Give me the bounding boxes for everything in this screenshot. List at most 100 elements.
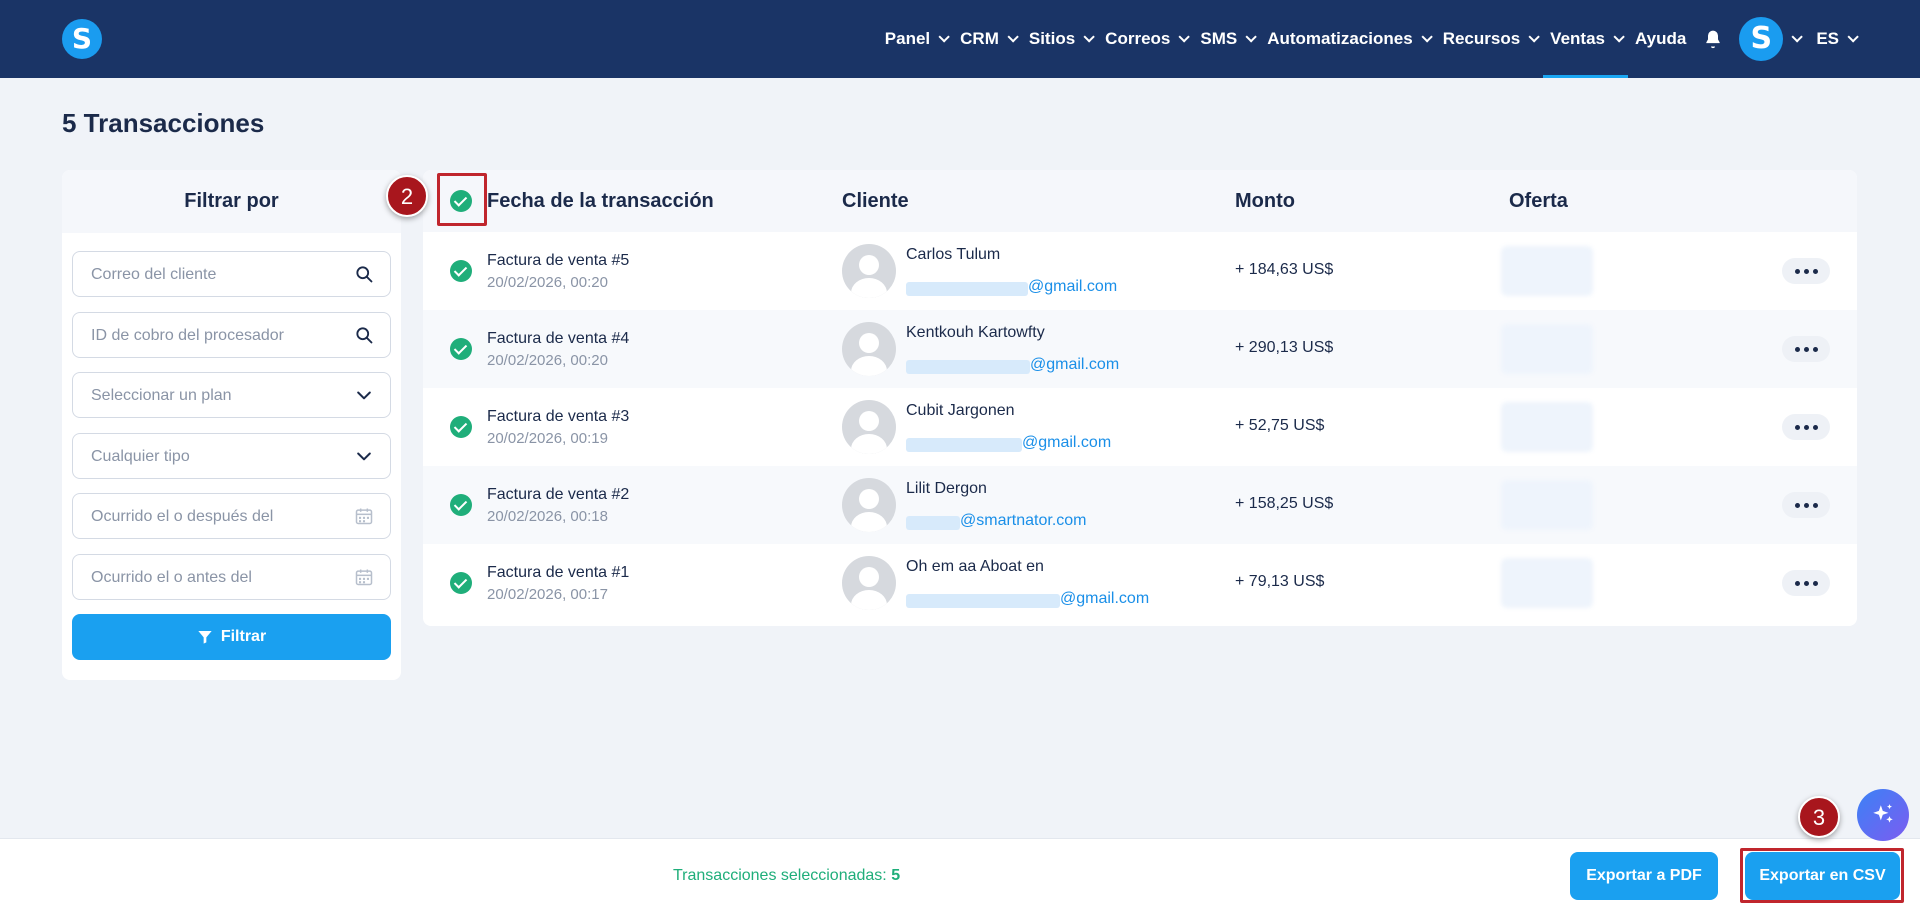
- row-checkbox[interactable]: [450, 338, 472, 360]
- app-logo[interactable]: S: [62, 19, 102, 59]
- redacted-offer: [1501, 402, 1593, 452]
- dot-icon: [1803, 580, 1809, 586]
- field-placeholder: Cualquier tipo: [91, 448, 190, 465]
- client-name: Kentkouh Kartowfty: [906, 324, 1045, 341]
- date-to-field[interactable]: Ocurrido el o antes del: [72, 554, 391, 600]
- column-header-offer[interactable]: Oferta: [1509, 190, 1568, 213]
- row-actions-button[interactable]: [1782, 258, 1830, 284]
- column-header-amount[interactable]: Monto: [1235, 190, 1295, 213]
- client-email[interactable]: @gmail.com: [1028, 278, 1117, 296]
- filter-button[interactable]: Filtrar: [72, 614, 391, 660]
- nav-label: Correos: [1105, 29, 1171, 48]
- invoice-title[interactable]: Factura de venta #3: [487, 408, 629, 426]
- dot-icon: [1794, 424, 1800, 430]
- dot-icon: [1794, 580, 1800, 586]
- sparkle-icon: [1873, 804, 1893, 823]
- processor-charge-id-field[interactable]: ID de cobro del procesador: [72, 312, 391, 358]
- client-name: Carlos Tulum: [906, 246, 1001, 263]
- row-checkbox[interactable]: [450, 416, 472, 438]
- selected-count: 5: [891, 867, 901, 884]
- client-email[interactable]: @smartnator.com: [960, 512, 1087, 530]
- field-placeholder: ID de cobro del procesador: [91, 327, 284, 344]
- chevron-down-icon: [1245, 31, 1257, 43]
- redacted-email: [906, 282, 1028, 296]
- nav-item-recursos[interactable]: Recursos: [1436, 0, 1543, 78]
- chevron-down-icon: [1178, 31, 1191, 43]
- chevron-down-icon: [1791, 31, 1804, 43]
- invoice-date: 20/02/2026, 00:19: [487, 430, 608, 447]
- nav-item-crm[interactable]: CRM: [953, 0, 1022, 78]
- nav-item-sms[interactable]: SMS: [1193, 0, 1260, 78]
- plan-select[interactable]: Seleccionar un plan: [72, 372, 391, 418]
- selected-transactions-text: Transacciones seleccionadas: 5: [673, 867, 900, 885]
- invoice-title[interactable]: Factura de venta #5: [487, 252, 629, 270]
- annotation-step-badge: 2: [386, 175, 428, 217]
- calendar-icon: [354, 567, 374, 587]
- client-email[interactable]: @gmail.com: [1060, 590, 1149, 608]
- chevron-down-icon: [938, 31, 950, 43]
- transaction-amount: + 290,13 US$: [1235, 339, 1334, 356]
- date-from-field[interactable]: Ocurrido el o después del: [72, 493, 391, 539]
- annotation-step-badge: 3: [1798, 796, 1840, 838]
- client-email-field[interactable]: Correo del cliente: [72, 251, 391, 297]
- annotation-highlight-select-all: [437, 173, 487, 226]
- client-email[interactable]: @gmail.com: [1022, 434, 1111, 452]
- invoice-title[interactable]: Factura de venta #1: [487, 564, 629, 582]
- invoice-title[interactable]: Factura de venta #4: [487, 330, 629, 348]
- table-row[interactable]: Factura de venta #3 20/02/2026, 00:19 Cu…: [423, 388, 1857, 466]
- field-placeholder: Seleccionar un plan: [91, 387, 232, 404]
- nav-item-sitios[interactable]: Sitios: [1022, 0, 1098, 78]
- top-navbar: S Panel CRM Sitios Correos SMS Automatiz…: [0, 0, 1920, 78]
- table-row[interactable]: Factura de venta #5 20/02/2026, 00:20 Ca…: [423, 232, 1857, 310]
- nav-item-automatizaciones[interactable]: Automatizaciones: [1260, 0, 1435, 78]
- chevron-down-icon: [1528, 31, 1540, 43]
- dot-icon: [1803, 268, 1809, 274]
- nav-label: Recursos: [1442, 29, 1521, 48]
- chevron-down-icon: [354, 446, 374, 466]
- redacted-offer: [1501, 480, 1593, 530]
- avatar: S: [1739, 17, 1784, 61]
- table-row[interactable]: Factura de venta #1 20/02/2026, 00:17 Oh…: [423, 544, 1857, 622]
- nav-label: Panel: [884, 29, 931, 48]
- row-actions-button[interactable]: [1782, 414, 1830, 440]
- row-checkbox[interactable]: [450, 494, 472, 516]
- nav-item-panel[interactable]: Panel: [878, 0, 953, 78]
- row-checkbox[interactable]: [450, 260, 472, 282]
- type-select[interactable]: Cualquier tipo: [72, 433, 391, 479]
- nav-label: Automatizaciones: [1267, 29, 1413, 48]
- chevron-down-icon: [1847, 31, 1859, 43]
- nav-item-ventas[interactable]: Ventas: [1543, 0, 1628, 78]
- table-header: Fecha de la transacción Cliente Monto Of…: [423, 170, 1857, 232]
- client-name: Lilit Dergon: [906, 480, 987, 497]
- dot-icon: [1812, 268, 1818, 274]
- invoice-title[interactable]: Factura de venta #2: [487, 486, 629, 504]
- dot-icon: [1803, 502, 1809, 508]
- language-selector[interactable]: ES: [1809, 0, 1862, 78]
- column-header-client[interactable]: Cliente: [842, 190, 909, 213]
- main-nav: Panel CRM Sitios Correos SMS Automatizac…: [878, 0, 1920, 78]
- ai-assistant-button[interactable]: [1857, 789, 1909, 841]
- dot-icon: [1794, 346, 1800, 352]
- row-actions-button[interactable]: [1782, 492, 1830, 518]
- row-actions-button[interactable]: [1782, 336, 1830, 362]
- chevron-down-icon: [1083, 31, 1095, 43]
- nav-item-correos[interactable]: Correos: [1098, 0, 1193, 78]
- column-header-date[interactable]: Fecha de la transacción: [487, 190, 714, 213]
- invoice-date: 20/02/2026, 00:20: [487, 352, 608, 369]
- dot-icon: [1812, 346, 1818, 352]
- table-row[interactable]: Factura de venta #2 20/02/2026, 00:18 Li…: [423, 466, 1857, 544]
- row-checkbox[interactable]: [450, 572, 472, 594]
- user-menu[interactable]: S: [1735, 17, 1809, 61]
- nav-item-ayuda[interactable]: Ayuda: [1628, 0, 1693, 78]
- chevron-down-icon: [1421, 31, 1433, 43]
- dot-icon: [1812, 502, 1818, 508]
- row-actions-button[interactable]: [1782, 570, 1830, 596]
- calendar-icon: [354, 506, 374, 526]
- client-name: Oh em aa Aboat en: [906, 558, 1044, 575]
- client-email[interactable]: @gmail.com: [1030, 356, 1119, 374]
- avatar: [842, 478, 896, 532]
- table-row[interactable]: Factura de venta #4 20/02/2026, 00:20 Ke…: [423, 310, 1857, 388]
- export-pdf-button[interactable]: Exportar a PDF: [1570, 852, 1718, 900]
- bell-icon[interactable]: [1703, 29, 1723, 49]
- field-placeholder: Ocurrido el o antes del: [91, 569, 252, 586]
